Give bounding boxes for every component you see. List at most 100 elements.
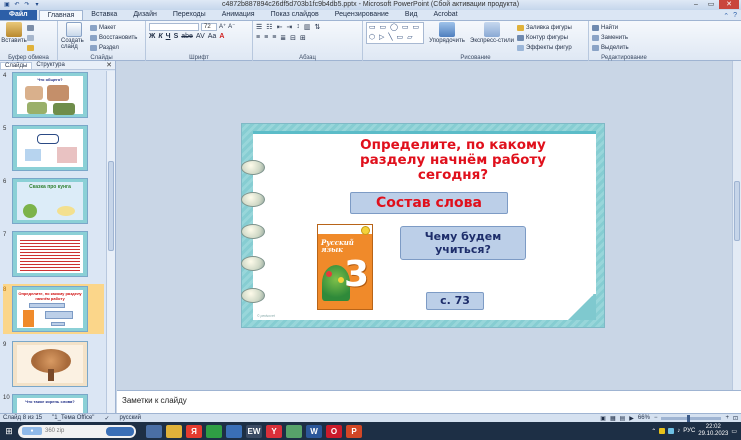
notifications-icon[interactable]: ▭ <box>731 428 737 435</box>
yandex-browser-icon[interactable]: Я <box>186 424 202 438</box>
slide-thumb-4[interactable]: 4 Что общего? <box>3 72 104 118</box>
slide-title[interactable]: Определите, по какому разделу начнём раб… <box>338 138 568 183</box>
slide-thumb-9[interactable]: 9 <box>3 341 104 387</box>
zoom-slider[interactable] <box>661 414 722 422</box>
italic-button[interactable]: К <box>158 33 162 40</box>
slideshow-view-icon[interactable]: ▶ <box>629 415 634 422</box>
powerpoint-icon[interactable]: P <box>346 424 362 438</box>
align-left-icon[interactable]: ≡ <box>256 34 260 41</box>
shape-effects-button[interactable]: Эффекты фигур <box>517 43 572 52</box>
tab-insert[interactable]: Вставка <box>83 10 125 20</box>
shrink-font-icon[interactable]: A⁻ <box>228 23 235 30</box>
shapes-gallery[interactable]: ▭ ▭ ◯ ▭ ▭ ⬡ ▷ ╲ ▭ ▱ ⇨ ☆ { } ⌒ <box>366 22 424 44</box>
slide-thumb-10[interactable]: 10 Что такое корень слова? <box>3 394 104 413</box>
scroll-thumb[interactable] <box>734 181 740 241</box>
shape-outline-button[interactable]: Контур фигуры <box>517 33 572 42</box>
normal-view-icon[interactable]: ▣ <box>600 415 606 422</box>
reading-view-icon[interactable]: ▤ <box>620 415 626 422</box>
shape-fill-button[interactable]: Заливка фигуры <box>517 23 572 32</box>
bold-button[interactable]: Ж <box>149 33 155 40</box>
textbook-image[interactable]: Русский язык 3 <box>317 224 373 310</box>
align-text-icon[interactable]: ⊟ <box>290 34 296 42</box>
tab-file[interactable]: Файл <box>0 10 37 20</box>
align-center-icon[interactable]: ≡ <box>264 34 268 41</box>
chrome-icon[interactable] <box>206 424 222 438</box>
language-indicator[interactable]: РУС <box>683 428 695 434</box>
tab-slides[interactable]: Слайды <box>0 61 33 69</box>
tab-view[interactable]: Вид <box>397 10 426 20</box>
help-icon[interactable]: ? <box>733 12 737 20</box>
smartart-icon[interactable]: ⊞ <box>300 34 306 42</box>
line-spacing-icon[interactable]: ↕ <box>296 23 300 30</box>
reset-button[interactable]: Восстановить <box>90 33 137 42</box>
numbering-icon[interactable]: ☷ <box>266 23 272 31</box>
arrange-button[interactable]: Упорядочить <box>427 22 467 52</box>
font-color-button[interactable]: A <box>219 33 224 40</box>
slide-thumb-8[interactable]: 8 Определите, по какому разделу начнём р… <box>3 284 104 334</box>
question-box[interactable]: Чему будем учиться? <box>400 226 526 260</box>
minimize-icon[interactable]: – <box>689 0 703 9</box>
tab-acrobat[interactable]: Acrobat <box>426 10 466 20</box>
paste-button[interactable]: Вставить <box>1 22 27 52</box>
page-reference-box[interactable]: с. 73 <box>426 292 484 310</box>
language-indicator[interactable]: русский <box>119 415 141 421</box>
close-panel-icon[interactable]: ✕ <box>106 61 112 69</box>
word-icon[interactable]: W <box>306 424 322 438</box>
change-case-button[interactable]: Aa <box>208 33 217 40</box>
spacing-button[interactable]: AV <box>196 33 205 40</box>
clock[interactable]: 22:02 29.10.2023 <box>698 424 728 438</box>
slide-thumb-6[interactable]: 6 Сказка про кунга <box>3 178 104 224</box>
tab-outline[interactable]: Структура <box>32 62 68 68</box>
taskbar-search[interactable]: ● 360 zip <box>18 424 136 438</box>
tab-slideshow[interactable]: Показ слайдов <box>263 10 327 20</box>
volume-icon[interactable]: ♪ <box>677 428 680 434</box>
zoom-level[interactable]: 66% <box>638 415 650 421</box>
topic-box[interactable]: Состав слова <box>350 192 508 214</box>
abbyy-icon[interactable]: EW <box>246 424 262 438</box>
slides-panel-scrollbar[interactable] <box>106 71 115 413</box>
search-go-icon[interactable] <box>106 426 134 436</box>
tab-transitions[interactable]: Переходы <box>165 10 214 20</box>
shadow-button[interactable]: S <box>174 33 179 40</box>
tab-animations[interactable]: Анимация <box>214 10 263 20</box>
align-right-icon[interactable]: ≡ <box>272 34 276 41</box>
store-icon[interactable] <box>226 424 242 438</box>
opera-icon[interactable]: O <box>326 424 342 438</box>
sorter-view-icon[interactable]: ▦ <box>610 415 616 422</box>
underline-button[interactable]: Ч <box>166 33 171 40</box>
copy-button[interactable] <box>27 33 34 42</box>
layout-button[interactable]: Макет <box>90 23 137 32</box>
yandex-icon[interactable]: Y <box>266 424 282 438</box>
text-direction-icon[interactable]: ⇅ <box>314 23 320 31</box>
grow-font-icon[interactable]: A⁺ <box>219 23 226 30</box>
undo-icon[interactable]: ↶ <box>13 2 21 9</box>
minimize-ribbon-icon[interactable]: ⌃ <box>723 12 729 20</box>
fit-slide-icon[interactable]: ⊡ <box>733 415 738 422</box>
bullets-icon[interactable]: ☰ <box>256 23 262 31</box>
notes-pane[interactable]: Заметки к слайду <box>117 390 741 413</box>
slide-thumb-5[interactable]: 5 <box>3 125 104 171</box>
cut-button[interactable] <box>27 23 34 32</box>
save-icon[interactable]: ▣ <box>3 2 11 9</box>
start-icon[interactable]: ⊞ <box>0 422 18 440</box>
increase-indent-icon[interactable]: ⇥ <box>286 23 292 31</box>
tab-design[interactable]: Дизайн <box>125 10 165 20</box>
tab-review[interactable]: Рецензирование <box>327 10 397 20</box>
tray-app-icon[interactable] <box>659 428 666 434</box>
slide-thumb-7[interactable]: 7 <box>3 231 104 277</box>
close-icon[interactable]: ✕ <box>719 0 739 9</box>
maximize-icon[interactable]: ▭ <box>704 0 718 9</box>
scroll-thumb[interactable] <box>108 161 114 251</box>
font-size-field[interactable]: 72 <box>201 22 217 31</box>
justify-icon[interactable]: ≣ <box>280 34 286 42</box>
current-slide[interactable]: Определите, по какому разделу начнём раб… <box>241 123 605 328</box>
section-button[interactable]: Раздел <box>90 43 137 52</box>
zoom-out-icon[interactable]: − <box>654 415 658 421</box>
file-explorer-icon[interactable] <box>166 424 182 438</box>
replace-button[interactable]: Заменить <box>592 33 656 42</box>
tab-home[interactable]: Главная <box>38 10 84 20</box>
strikethrough-button[interactable]: abe <box>181 33 193 40</box>
spellcheck-icon[interactable]: ✓ <box>104 415 109 422</box>
columns-icon[interactable]: ▥ <box>304 23 311 31</box>
quick-styles-button[interactable]: Экспресс-стили <box>470 22 514 52</box>
